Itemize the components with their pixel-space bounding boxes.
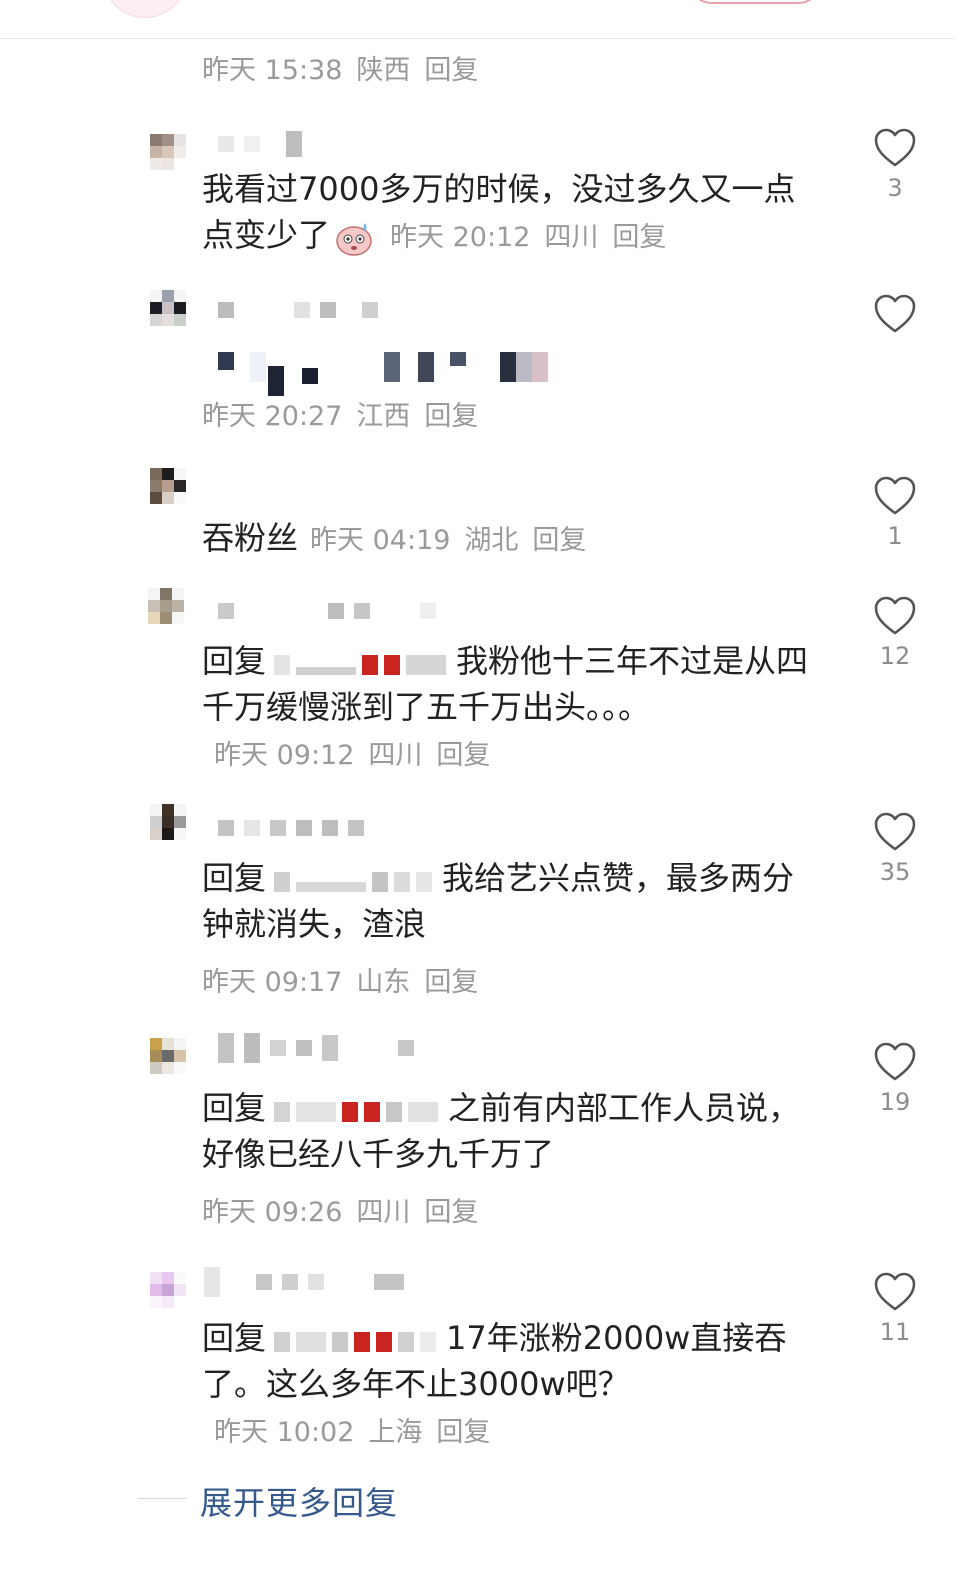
mentioned-user-redacted[interactable] <box>274 1098 439 1122</box>
username-redacted[interactable] <box>204 1267 404 1297</box>
comment-location: 陕西 <box>356 55 411 86</box>
avatar[interactable] <box>150 1272 186 1308</box>
comment-meta: 昨天 20:27 江西 回复 <box>202 394 492 433</box>
redacted-comment-content <box>218 352 548 396</box>
comment-body: 回复 我给艺兴点赞，最多两分钟就消失，渣浪 <box>202 855 812 947</box>
avatar[interactable] <box>150 468 186 504</box>
divider <box>0 38 955 39</box>
reply-button[interactable]: 回复 <box>424 401 478 432</box>
comment-time: 昨天 09:17 <box>202 967 343 998</box>
heart-outline-icon <box>874 128 916 167</box>
expand-divider <box>138 1498 186 1499</box>
reply-prefix: 回复 <box>202 1089 267 1127</box>
top-avatar[interactable] <box>104 0 186 18</box>
comment-body: 回复 我粉他十三年不过是从四千万缓慢涨到了五千万出头。。。昨天 09:12 四川 回复 <box>202 638 812 779</box>
reply-button[interactable]: 回复 <box>424 967 478 998</box>
username-redacted[interactable] <box>218 603 436 619</box>
avatar[interactable] <box>150 804 186 840</box>
like-count: 12 <box>879 642 911 670</box>
heart-outline-icon <box>874 812 916 851</box>
heart-outline-icon <box>874 596 916 635</box>
username-redacted[interactable] <box>218 820 364 836</box>
comment-body: 吞粉丝 昨天 04:19 湖北 回复 <box>202 515 812 564</box>
avatar[interactable] <box>150 290 186 326</box>
comment-time: 昨天 09:12 <box>214 740 355 771</box>
comment-time: 昨天 04:19 <box>310 525 451 556</box>
mentioned-user-redacted[interactable] <box>274 868 433 892</box>
comment-body: 回复 之前有内部工作人员说，好像已经八千多九千万了 <box>202 1085 812 1177</box>
comment-location: 山东 <box>356 967 411 998</box>
top-comment-meta: 昨天 15:38 陕西 回复 <box>202 48 492 87</box>
reply-button[interactable]: 回复 <box>612 222 666 253</box>
reply-button[interactable]: 回复 <box>436 1417 490 1448</box>
like-button[interactable]: 1 <box>872 476 918 550</box>
sweat-face-icon <box>336 223 372 256</box>
like-button[interactable]: 19 <box>872 1042 918 1116</box>
comment-time: 昨天 20:27 <box>202 401 343 432</box>
heart-outline-icon <box>874 1042 916 1081</box>
comment-location: 江西 <box>356 401 411 432</box>
heart-outline-icon <box>874 476 916 515</box>
comment-meta: 昨天 09:17 山东 回复 <box>202 960 492 999</box>
username-redacted[interactable] <box>218 131 302 157</box>
like-count: 1 <box>887 522 903 550</box>
comment-body: 我看过7000多万的时候，没过多久又一点点变少了 昨天 20:12 四川 回复 <box>202 166 812 261</box>
mentioned-user-redacted[interactable] <box>274 651 447 675</box>
comment-location: 四川 <box>544 222 599 253</box>
like-count: 19 <box>879 1088 911 1116</box>
mentioned-user-redacted[interactable] <box>274 1328 437 1352</box>
expand-more-replies-button[interactable]: 展开更多回复 <box>200 1478 398 1524</box>
comment-location: 四川 <box>356 1197 411 1228</box>
reply-prefix: 回复 <box>202 1319 267 1357</box>
comment-location: 四川 <box>368 740 423 771</box>
comment-time: 昨天 15:38 <box>202 55 343 86</box>
reply-button[interactable]: 回复 <box>436 740 490 771</box>
avatar[interactable] <box>148 588 184 624</box>
reply-button[interactable]: 回复 <box>532 525 586 556</box>
comment-body: 回复 17年涨粉2000w直接吞了。这么多年不止3000w吧？昨天 10:02 上海… <box>202 1315 812 1456</box>
like-button[interactable]: 12 <box>872 596 918 670</box>
reply-prefix: 回复 <box>202 859 267 897</box>
reply-prefix: 回复 <box>202 642 267 680</box>
like-count: 35 <box>879 858 911 886</box>
username-redacted[interactable] <box>218 1033 414 1063</box>
avatar[interactable] <box>150 134 186 170</box>
heart-outline-icon <box>874 1272 916 1311</box>
like-button[interactable]: 3 <box>872 128 918 202</box>
comment-meta: 昨天 09:26 四川 回复 <box>202 1190 492 1229</box>
comment-location: 湖北 <box>464 525 519 556</box>
username-redacted[interactable] <box>218 302 378 318</box>
comment-location: 上海 <box>368 1417 423 1448</box>
like-count: 3 <box>887 174 903 202</box>
comment-time: 昨天 20:12 <box>390 222 531 253</box>
like-count: 11 <box>879 1318 911 1346</box>
like-button[interactable] <box>872 294 918 340</box>
comment-text: 吞粉丝 <box>202 519 299 557</box>
reply-button[interactable]: 回复 <box>424 55 478 86</box>
like-button[interactable]: 11 <box>872 1272 918 1346</box>
comment-time: 昨天 10:02 <box>214 1417 355 1448</box>
heart-outline-icon <box>874 294 916 333</box>
follow-button[interactable] <box>688 0 822 4</box>
reply-button[interactable]: 回复 <box>424 1197 478 1228</box>
avatar[interactable] <box>150 1038 186 1074</box>
like-button[interactable]: 35 <box>872 812 918 886</box>
comment-time: 昨天 09:26 <box>202 1197 343 1228</box>
